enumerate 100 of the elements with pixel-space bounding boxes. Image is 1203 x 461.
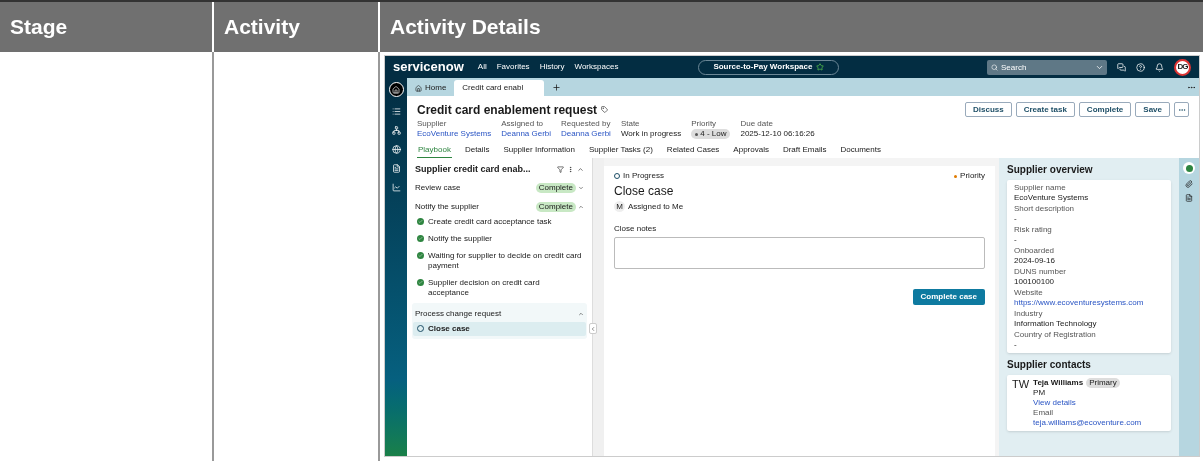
- record-tab[interactable]: Details: [463, 145, 491, 158]
- field-value: 2025-12-10 06:16:26: [740, 129, 815, 139]
- field-label: Supplier name: [1014, 183, 1067, 193]
- nav-link[interactable]: Workspaces: [574, 62, 619, 72]
- field-link[interactable]: Deanna Gerbi: [501, 129, 552, 139]
- field-value: -: [1014, 235, 1018, 245]
- stage-label[interactable]: Notify the supplier: [415, 202, 480, 212]
- activity-item[interactable]: Close case: [413, 322, 586, 336]
- home-icon: [392, 85, 400, 94]
- record-title: Credit card enablement request: [417, 102, 598, 117]
- org-chart-icon[interactable]: [391, 126, 401, 135]
- field-label: Onboarded: [1014, 246, 1056, 256]
- record-tab[interactable]: Approvals: [732, 145, 770, 158]
- list-icon[interactable]: [391, 107, 401, 116]
- field-link[interactable]: Deanna Gerbi: [561, 129, 611, 139]
- bell-icon[interactable]: [1155, 62, 1164, 72]
- home-icon: [415, 84, 422, 92]
- activity-item[interactable]: Notify the supplier: [413, 232, 586, 246]
- field-value: 100100100: [1014, 277, 1056, 287]
- tag-icon[interactable]: [601, 106, 609, 113]
- field-label: Priority: [691, 119, 718, 129]
- status-badge: Complete: [535, 202, 576, 212]
- chat-icon[interactable]: [1117, 62, 1126, 72]
- field-label: Risk rating: [1014, 225, 1053, 235]
- task-title: Close case: [614, 184, 675, 198]
- priority-badge: 4 - Low: [691, 129, 731, 139]
- star-icon: [816, 63, 825, 71]
- logo: servicenow: [393, 62, 464, 72]
- document-icon[interactable]: [1185, 194, 1193, 202]
- status-dot-icon[interactable]: [1183, 162, 1195, 174]
- field-label: Short description: [1014, 204, 1076, 214]
- field-value: -: [1014, 340, 1018, 350]
- field-label: Industry: [1014, 309, 1044, 319]
- field-label: Due date: [740, 119, 774, 129]
- panel-title: Supplier overview: [1007, 164, 1094, 176]
- email-link[interactable]: teja.williams@ecoventure.com: [1033, 418, 1142, 428]
- field-label: DUNS number: [1014, 267, 1067, 277]
- action-button[interactable]: Complete: [1078, 102, 1132, 117]
- activity-item[interactable]: Create credit card acceptance task: [413, 215, 586, 229]
- help-icon[interactable]: [1136, 62, 1145, 72]
- search-field[interactable]: Search: [987, 59, 1107, 75]
- add-tab-icon[interactable]: [552, 83, 562, 92]
- action-button[interactable]: Create task: [1015, 102, 1075, 117]
- task-state: In Progress: [623, 171, 664, 181]
- notes-label: Close notes: [614, 224, 658, 234]
- field-value: Work in progress: [620, 129, 682, 139]
- complete-case-button[interactable]: Complete case: [912, 289, 985, 305]
- field-value: Information Technology: [1014, 319, 1098, 329]
- contact-role: PM: [1033, 388, 1047, 398]
- details-link[interactable]: View details: [1033, 398, 1142, 408]
- action-button[interactable]: Save: [1135, 102, 1170, 117]
- email-label: Email: [1033, 408, 1055, 418]
- record-tab[interactable]: Related Cases: [665, 145, 721, 158]
- home-button[interactable]: [388, 82, 404, 97]
- field-value: EcoVenture Systems: [1014, 193, 1090, 203]
- field-value: 2024-09-16: [1014, 256, 1056, 266]
- chevron-icon: [590, 325, 596, 332]
- column-header: Stage: [10, 14, 68, 41]
- field-label: State: [620, 119, 641, 129]
- nav-link[interactable]: All: [477, 62, 487, 72]
- assignee-label: Assigned to Me: [628, 201, 684, 212]
- globe-icon[interactable]: [391, 145, 401, 154]
- field-value: -: [1014, 214, 1018, 224]
- paperclip-icon[interactable]: [1185, 180, 1193, 188]
- field-label: Country of Registration: [1014, 330, 1097, 340]
- task-priority: Priority: [960, 171, 985, 181]
- avatar[interactable]: DG: [1174, 58, 1191, 76]
- stage-label[interactable]: Review case: [415, 183, 461, 193]
- column-header: Activity: [224, 14, 300, 41]
- record-tab[interactable]: Draft Emails: [781, 145, 828, 158]
- more-icon[interactable]: [1187, 83, 1196, 92]
- activity-item[interactable]: Supplier decision on credit card acceptance: [413, 276, 586, 300]
- action-button[interactable]: Discuss: [965, 102, 1012, 117]
- notes-field[interactable]: [614, 237, 985, 269]
- record-tab[interactable]: Supplier Tasks (2): [587, 145, 654, 158]
- column-header: Activity Details: [390, 14, 541, 41]
- status-badge: Complete: [535, 183, 576, 193]
- collapse-handle[interactable]: [589, 323, 597, 334]
- contact-initials: TW: [1012, 378, 1030, 392]
- record-tab[interactable]: Documents: [839, 145, 882, 158]
- primary-badge: Primary: [1086, 378, 1120, 388]
- search-icon: [991, 63, 998, 71]
- nav-link[interactable]: History: [539, 62, 565, 72]
- field-label: Assigned to: [501, 119, 545, 129]
- workspace-tab[interactable]: Credit card enabl: [454, 80, 545, 96]
- chart-icon[interactable]: [391, 183, 401, 192]
- field-label: Requested by: [561, 119, 611, 129]
- assignee-avatar: M: [614, 201, 625, 212]
- more-button[interactable]: [1174, 102, 1189, 117]
- nav-link[interactable]: Favorites: [496, 62, 530, 72]
- website-link[interactable]: https://www.ecoventuresystems.com: [1014, 298, 1164, 308]
- workspace-tab[interactable]: Home: [407, 80, 455, 96]
- playbook-title: Supplier credit card enab...: [415, 164, 531, 174]
- stage-label[interactable]: Process change request: [415, 309, 502, 319]
- record-tab[interactable]: Supplier Information: [502, 145, 576, 158]
- panel-title: Supplier contacts: [1007, 359, 1092, 371]
- field-label: Supplier: [417, 119, 448, 129]
- field-link[interactable]: EcoVenture Systems: [417, 129, 492, 139]
- contact-name: Teja Williams: [1033, 378, 1084, 388]
- activity-item[interactable]: Waiting for supplier to decide on credit card payment: [413, 249, 586, 273]
